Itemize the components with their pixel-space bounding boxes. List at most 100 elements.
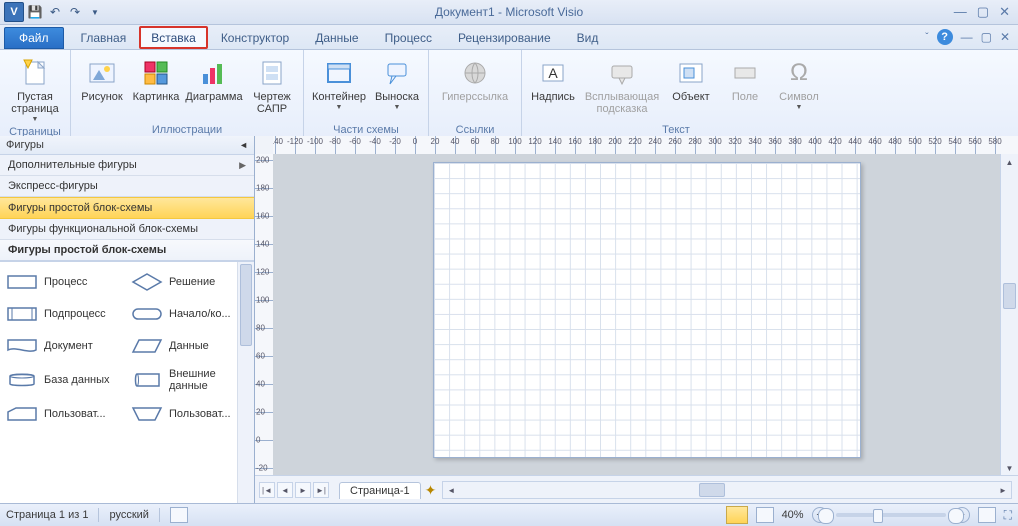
- shapes-title: Фигуры: [6, 139, 44, 151]
- shape-item[interactable]: Документ: [2, 330, 127, 362]
- blank-page-label: Пустая страница: [7, 91, 63, 115]
- tab-process[interactable]: Процесс: [372, 27, 445, 49]
- group-parts: Контейнер ▼ Выноска ▼ Части схемы: [304, 50, 429, 138]
- tab-data[interactable]: Данные: [302, 27, 371, 49]
- chevron-down-icon: ▼: [336, 104, 343, 111]
- shape-item[interactable]: Данные: [127, 330, 252, 362]
- page-info: Страница 1 из 1: [6, 509, 88, 521]
- close-button[interactable]: ✕: [999, 4, 1010, 20]
- clipart-icon: [140, 57, 172, 89]
- qat-dropdown-icon[interactable]: ▼: [86, 3, 104, 21]
- chart-button[interactable]: Диаграмма: [185, 52, 243, 106]
- chevron-down-icon: ▼: [796, 104, 803, 111]
- functional-flowchart-row[interactable]: Фигуры функциональной блок-схемы: [0, 219, 254, 240]
- section-title-label: Фигуры простой блок-схемы: [8, 244, 166, 256]
- page-tab[interactable]: Страница-1: [339, 482, 421, 499]
- ruler-horizontal[interactable]: -140-120-100-80-60-40-200204060801001201…: [273, 136, 1018, 155]
- drawing-page[interactable]: [433, 162, 861, 458]
- undo-icon[interactable]: ↶: [46, 3, 64, 21]
- quick-shapes-row[interactable]: Экспресс-фигуры: [0, 176, 254, 197]
- picture-label: Рисунок: [81, 91, 123, 103]
- cad-icon: [256, 57, 288, 89]
- view-mode-normal-icon[interactable]: [726, 506, 748, 524]
- ribbon-collapse-icon[interactable]: ˇ: [925, 32, 928, 43]
- shape-item[interactable]: Решение: [127, 266, 252, 298]
- clipart-button[interactable]: Картинка: [131, 52, 181, 106]
- page-tab-bar: |◄ ◄ ► ►| Страница-1 ✦ ◄ ►: [255, 475, 1018, 504]
- shape-label: Документ: [44, 340, 93, 352]
- group-pages: Пустая страница ▼ Страницы: [0, 50, 71, 138]
- shape-label: Данные: [169, 340, 209, 352]
- shape-label: Пользоват...: [44, 408, 106, 420]
- zoom-slider[interactable]: [836, 513, 946, 517]
- shape-item[interactable]: База данных: [2, 362, 127, 398]
- shape-item[interactable]: Подпроцесс: [2, 298, 127, 330]
- save-icon[interactable]: 💾: [26, 3, 44, 21]
- ruler-vertical[interactable]: 200180160140120100806040200-20: [255, 154, 274, 476]
- textbox-button[interactable]: A Надпись: [528, 52, 578, 106]
- shape-label: Решение: [169, 276, 215, 288]
- add-page-icon[interactable]: ✦: [425, 482, 437, 499]
- callout-button[interactable]: Выноска ▼: [372, 52, 422, 114]
- zoom-level[interactable]: 40%: [782, 509, 804, 521]
- scroll-left-icon[interactable]: ◄: [443, 482, 459, 498]
- basic-flowchart-row[interactable]: Фигуры простой блок-схемы: [0, 197, 254, 219]
- shape-item[interactable]: Процесс: [2, 266, 127, 298]
- tab-view[interactable]: Вид: [564, 27, 612, 49]
- shapes-scrollbar[interactable]: [237, 262, 254, 504]
- scroll-right-icon[interactable]: ►: [995, 482, 1011, 498]
- symbol-label: Символ: [779, 91, 819, 103]
- tab-insert[interactable]: Вставка: [139, 26, 208, 49]
- symbol-button[interactable]: Ω Символ ▼: [774, 52, 824, 114]
- more-shapes-row[interactable]: Дополнительные фигуры ▶: [0, 155, 254, 176]
- shape-item[interactable]: Пользоват...: [127, 398, 252, 430]
- drawing-viewport[interactable]: [273, 154, 1001, 476]
- blank-page-button[interactable]: Пустая страница ▼: [6, 52, 64, 126]
- scroll-down-icon[interactable]: ▼: [1001, 460, 1018, 476]
- view-mode-fullscreen-icon[interactable]: [756, 507, 774, 523]
- shape-item[interactable]: Начало/ко...: [127, 298, 252, 330]
- picture-icon: [86, 57, 118, 89]
- chevron-left-icon[interactable]: ◄: [239, 140, 248, 150]
- cad-button[interactable]: Чертеж САПР: [247, 52, 297, 118]
- help-icon[interactable]: ?: [937, 29, 953, 45]
- window-controls: — ▢ ✕: [954, 4, 1018, 20]
- shape-item[interactable]: Пользоват...: [2, 398, 127, 430]
- ribbon-tabs: Файл Главная Вставка Конструктор Данные …: [0, 25, 1018, 50]
- redo-icon[interactable]: ↷: [66, 3, 84, 21]
- minimize-button[interactable]: —: [954, 4, 967, 20]
- shape-item[interactable]: Внешние данные: [127, 362, 252, 398]
- tab-home[interactable]: Главная: [68, 27, 140, 49]
- horizontal-scrollbar[interactable]: ◄ ►: [442, 481, 1012, 499]
- prev-page-button[interactable]: ◄: [277, 482, 293, 498]
- doc-minimize-icon[interactable]: —: [961, 30, 973, 44]
- language-indicator[interactable]: русский: [109, 509, 148, 521]
- container-button[interactable]: Контейнер ▼: [310, 52, 368, 114]
- main-area: Фигуры ◄ Дополнительные фигуры ▶ Экспрес…: [0, 136, 1018, 504]
- vertical-scrollbar[interactable]: ▲ ▼: [1000, 154, 1018, 476]
- picture-button[interactable]: Рисунок: [77, 52, 127, 106]
- app-icon[interactable]: V: [4, 2, 24, 22]
- hyperlink-button[interactable]: Гиперссылка: [435, 52, 515, 106]
- first-page-button[interactable]: |◄: [259, 482, 275, 498]
- ribbon: Пустая страница ▼ Страницы Рисунок Карти…: [0, 50, 1018, 139]
- object-button[interactable]: Объект: [666, 52, 716, 106]
- tab-file[interactable]: Файл: [4, 27, 64, 49]
- fullscreen-toggle-icon[interactable]: ⛶: [1004, 508, 1012, 523]
- doc-close-icon[interactable]: ✕: [1000, 30, 1010, 44]
- macro-record-icon[interactable]: [170, 507, 188, 523]
- doc-restore-icon[interactable]: ▢: [981, 30, 992, 44]
- fit-page-icon[interactable]: [978, 507, 996, 523]
- svg-text:A: A: [548, 65, 558, 81]
- maximize-button[interactable]: ▢: [977, 4, 989, 20]
- field-button[interactable]: Поле: [720, 52, 770, 106]
- tab-design[interactable]: Конструктор: [208, 27, 302, 49]
- screentip-button[interactable]: Всплывающая подсказка: [582, 52, 662, 118]
- scroll-up-icon[interactable]: ▲: [1001, 154, 1018, 170]
- last-page-button[interactable]: ►|: [313, 482, 329, 498]
- shape-list: Процесс Решение Подпроцесс Начало/ко... Доку…: [0, 261, 254, 504]
- tab-review[interactable]: Рецензирование: [445, 27, 564, 49]
- shape-label: Подпроцесс: [44, 308, 106, 320]
- field-icon: [729, 57, 761, 89]
- next-page-button[interactable]: ►: [295, 482, 311, 498]
